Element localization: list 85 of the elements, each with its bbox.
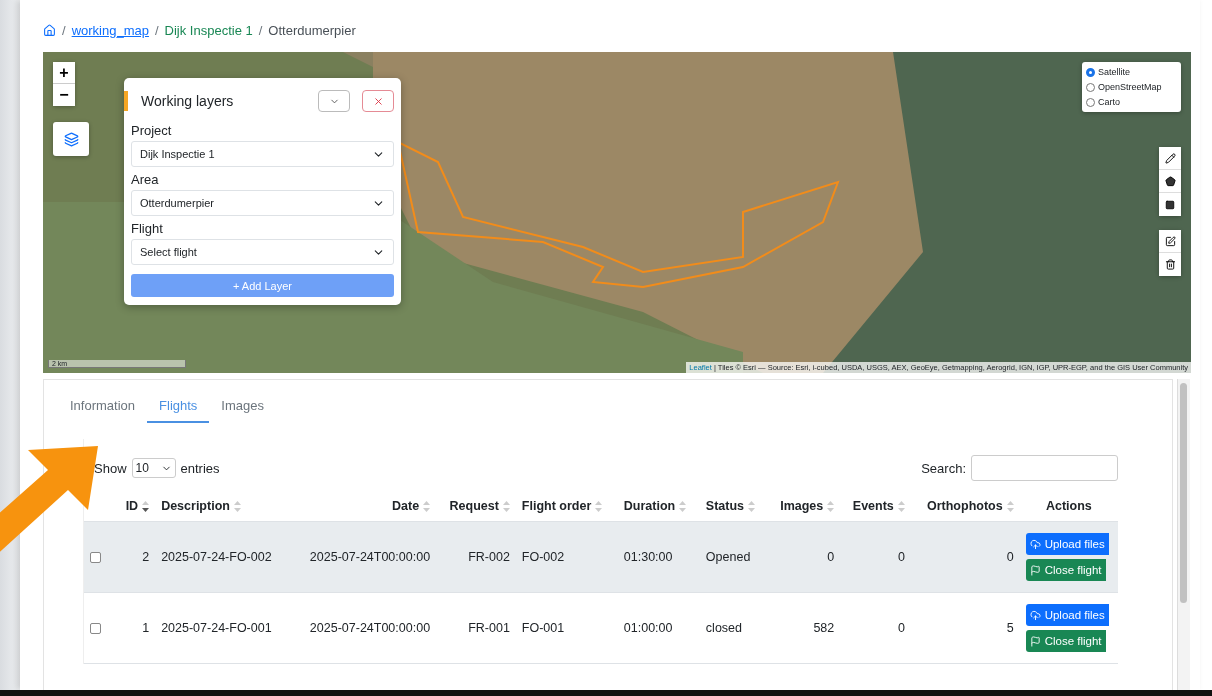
basemap-radio[interactable]: Satellite (1086, 67, 1177, 77)
search-label: Search: (921, 460, 966, 476)
basemap-radio[interactable]: OpenStreetMap (1086, 82, 1177, 92)
breadcrumb-link[interactable]: working_map (71, 22, 149, 38)
select-field[interactable]: Select flight (131, 239, 394, 265)
column-header[interactable]: Duration (617, 491, 700, 522)
home-icon[interactable] (43, 23, 56, 37)
table-cell: 1 (116, 592, 156, 664)
entries-select[interactable]: 10 (131, 458, 176, 478)
table-cell: FR-002 (436, 521, 516, 593)
table-cell: 0 (767, 521, 841, 593)
breadcrumb-separator: / (62, 22, 66, 38)
breadcrumb-separator: / (258, 22, 263, 38)
field-label: Area (131, 172, 160, 187)
breadcrumb-current: Otterdumerpier (268, 22, 356, 38)
field-label: Project (131, 123, 173, 138)
show-label: Show (94, 460, 127, 476)
table-row[interactable]: 1 2025-07-24-FO-001 2025-07-24T00:00:00 FR-001 FO-001 01:00:00 closed 582 0 5 Upload files Close flight (84, 592, 1118, 664)
pentagon-icon (1164, 175, 1176, 187)
column-header[interactable]: Description (155, 491, 291, 522)
column-header[interactable]: ID (116, 491, 156, 522)
breadcrumb-link[interactable]: Dijk Inspectie 1 (164, 22, 253, 38)
tab[interactable]: Information (70, 394, 148, 423)
panel-title: Working layers (124, 91, 306, 111)
zoom-in-button[interactable]: + (53, 62, 75, 84)
upload-files-button[interactable]: Upload files (1025, 533, 1109, 555)
table-cell: FR-001 (436, 592, 516, 664)
table-cell: 01:30:00 (617, 521, 700, 593)
table-cell: 0 (840, 592, 911, 664)
draw-rectangle-button[interactable] (1159, 193, 1181, 216)
scrollbar[interactable] (1177, 379, 1190, 690)
close-flight-button[interactable]: Close flight (1025, 630, 1106, 652)
delete-layers-button[interactable] (1159, 253, 1181, 276)
layers-icon (63, 131, 79, 147)
upload-files-button[interactable]: Upload files (1025, 604, 1109, 626)
table-cell: FO-001 (515, 592, 618, 664)
row-checkbox[interactable] (90, 552, 101, 564)
table-cell: FO-002 (515, 521, 618, 593)
zoom-out-button[interactable]: − (53, 84, 75, 106)
table-cell: 2025-07-24T00:00:00 (290, 521, 437, 593)
flag-icon (1029, 564, 1041, 576)
flag-icon (1029, 635, 1041, 647)
close-icon (372, 95, 384, 107)
field-label: Flight (131, 221, 164, 236)
draw-line-button[interactable] (1159, 147, 1181, 170)
column-header[interactable]: Orthophotos (910, 491, 1020, 522)
column-header[interactable]: Status (699, 491, 768, 522)
column-header[interactable]: Date (290, 491, 437, 522)
table-cell: 5 (910, 592, 1020, 664)
table-cell: 582 (767, 592, 841, 664)
column-header[interactable]: Flight order (515, 491, 618, 522)
row-checkbox[interactable] (90, 623, 101, 635)
close-button[interactable] (362, 90, 394, 112)
edit-layers-button[interactable] (1159, 230, 1181, 253)
trash-icon (1164, 259, 1176, 270)
square-icon (1165, 199, 1175, 210)
draw-polygon-button[interactable] (1159, 170, 1181, 193)
column-header[interactable]: Events (840, 491, 911, 522)
column-header[interactable]: Request (436, 491, 516, 522)
table-cell: 2025-07-24T00:00:00 (290, 592, 437, 664)
tab[interactable]: Images (209, 394, 276, 423)
edit-icon (1164, 235, 1176, 247)
entries-label: entries (180, 460, 220, 476)
table-cell: Opened (699, 521, 768, 593)
basemap-radio[interactable]: Carto (1086, 97, 1177, 107)
cloud-upload-icon (1029, 609, 1041, 621)
layers-button[interactable] (53, 122, 89, 156)
table-cell: 0 (840, 521, 911, 593)
table-cell: 2 (116, 521, 156, 593)
cloud-upload-icon (1029, 538, 1041, 550)
close-flight-button[interactable]: Close flight (1025, 559, 1106, 581)
line-icon (1164, 152, 1176, 164)
table-cell: closed (699, 592, 768, 664)
column-header[interactable]: Actions (1019, 491, 1118, 522)
select-field[interactable]: Otterdumerpier (131, 190, 394, 216)
table-cell: 01:00:00 (617, 592, 700, 664)
sort-icon[interactable] (142, 501, 150, 513)
table-cell: 2025-07-24-FO-002 (155, 521, 291, 593)
column-header[interactable]: Images (767, 491, 841, 522)
table-cell: 0 (910, 521, 1020, 593)
search-field[interactable] (971, 455, 1118, 481)
table-cell: 2025-07-24-FO-001 (155, 592, 291, 664)
select-field[interactable]: Dijk Inspectie 1 (131, 141, 394, 167)
breadcrumb-separator: / (154, 22, 159, 38)
collapse-button[interactable] (318, 90, 350, 112)
